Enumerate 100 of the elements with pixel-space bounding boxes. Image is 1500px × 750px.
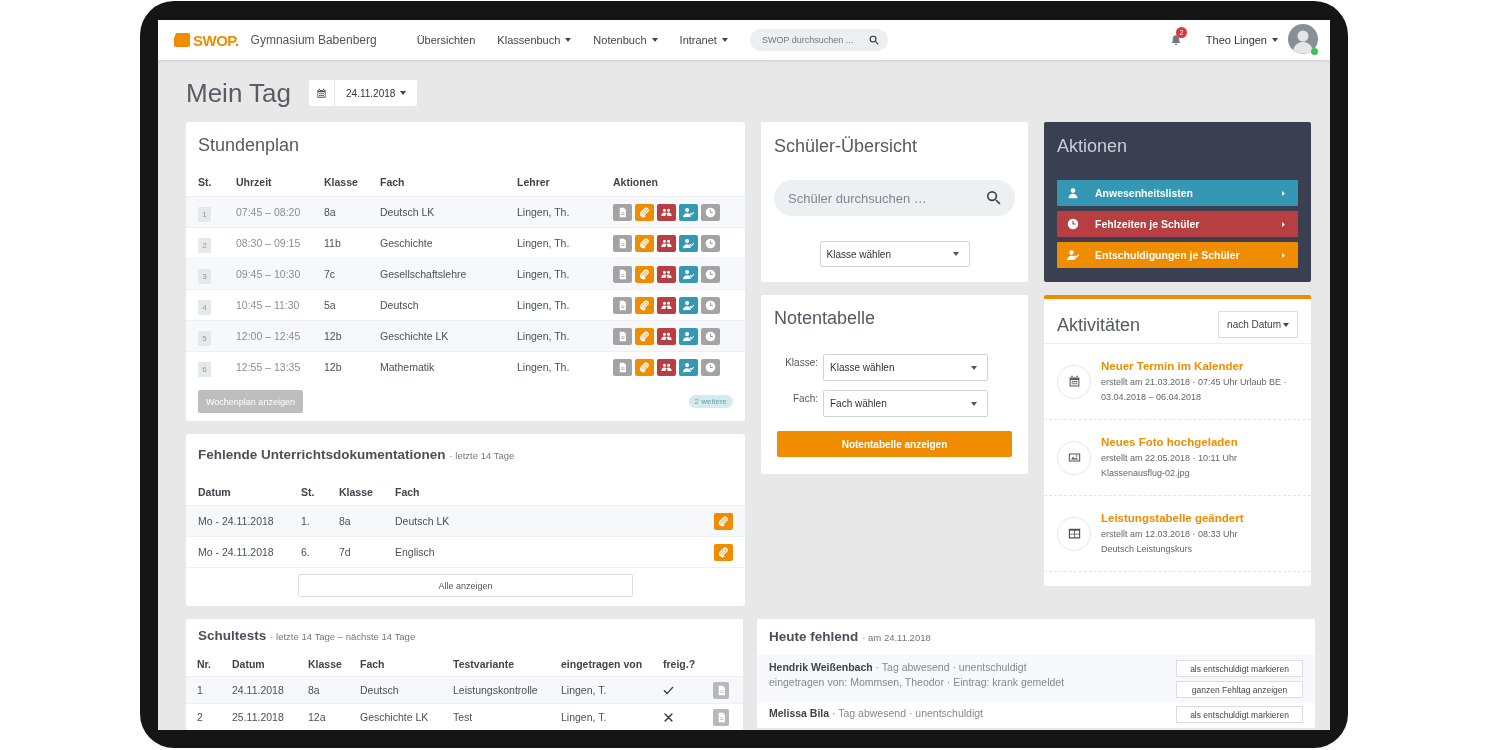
caret-icon — [1279, 250, 1288, 260]
lesson-number: 1 — [198, 206, 211, 222]
class-dropdown[interactable]: Klasse wählen — [819, 241, 970, 267]
search-icon — [868, 35, 879, 45]
caret-icon — [952, 252, 959, 256]
group-button[interactable] — [657, 203, 676, 221]
lesson-number: 5 — [198, 330, 211, 346]
date-picker[interactable]: 24.11.2018 — [309, 80, 418, 106]
paperclip-button[interactable] — [635, 265, 654, 283]
user-check-icon — [683, 330, 694, 342]
document-button[interactable] — [613, 203, 632, 221]
table-cell-text: 25.11.2018 — [232, 711, 285, 723]
paperclip-button[interactable] — [714, 543, 733, 561]
user-check-button[interactable] — [679, 358, 698, 376]
paperclip-icon — [639, 299, 650, 311]
document-button[interactable] — [613, 358, 632, 376]
paperclip-button[interactable] — [635, 327, 654, 345]
card-subtitle: · letzte 14 Tage — [449, 450, 515, 461]
user-check-button[interactable] — [679, 296, 698, 314]
user-check-button[interactable] — [679, 327, 698, 345]
group-button[interactable] — [657, 358, 676, 376]
group-button[interactable] — [657, 327, 676, 345]
group-icon — [661, 268, 672, 280]
group-button[interactable] — [657, 234, 676, 252]
clock-button[interactable] — [701, 234, 720, 252]
document-button[interactable] — [613, 234, 632, 252]
clock-button[interactable] — [701, 296, 720, 314]
user-check-button[interactable] — [679, 265, 698, 283]
activity-detail: erstellt am 21.03.2018 · 07:45 Uhr Urlaub BE · — [1101, 376, 1287, 389]
group-button[interactable] — [657, 296, 676, 314]
table-cell-text: 12:00 – 12:45 — [236, 330, 302, 342]
clock-icon — [705, 237, 716, 249]
table-cell-text: 5a — [324, 299, 337, 311]
document-button[interactable] — [613, 296, 632, 314]
paperclip-icon — [639, 237, 650, 249]
lesson-number: 6 — [198, 361, 211, 377]
field-label: Fach: — [792, 392, 819, 404]
paperclip-icon — [718, 515, 729, 527]
caret-icon — [400, 91, 407, 95]
nav-menu-item[interactable]: Intranet — [679, 34, 728, 46]
document-button[interactable] — [613, 327, 632, 345]
nav-menu-item[interactable]: Notenbuch — [593, 34, 658, 46]
sort-dropdown[interactable]: nach Datum — [1218, 311, 1298, 338]
nav-menu-item[interactable]: Klassenbuch — [497, 34, 572, 46]
column-header: St. — [198, 176, 213, 188]
document-button[interactable] — [713, 681, 729, 699]
column-header: Fach — [380, 176, 406, 188]
lesson-number: 4 — [198, 299, 211, 315]
card-subtitle: · am 24.11.2018 — [862, 632, 931, 643]
action-button[interactable]: Fehlzeiten je Schüler — [1057, 211, 1298, 237]
absence-detail: eingetragen von: Mommsen, Theodor · Eintrag: krank gemeldet — [769, 675, 1065, 690]
clock-button[interactable] — [701, 358, 720, 376]
paperclip-button[interactable] — [635, 234, 654, 252]
bell-icon[interactable] — [1169, 34, 1182, 46]
nav-menu-item[interactable]: Übersichten — [416, 34, 476, 46]
search-icon — [986, 190, 1001, 205]
calendar-icon — [316, 87, 328, 99]
card-subtitle: · letzte 14 Tage – nächste 14 Tage — [270, 631, 416, 642]
paperclip-icon — [718, 546, 729, 558]
group-icon — [661, 299, 672, 311]
school-name: Gymnasium Babenberg — [250, 33, 377, 47]
table-cell-text: Deutsch LK — [395, 515, 451, 527]
column-header: Klasse — [324, 176, 359, 188]
paperclip-button[interactable] — [635, 358, 654, 376]
column-header: Datum — [198, 485, 232, 498]
document-button[interactable] — [713, 708, 729, 726]
table-cell-text: 12:55 – 13:35 — [236, 361, 302, 373]
user-icon — [1067, 187, 1079, 199]
table-cell-text: 2 — [197, 711, 204, 723]
table-cell-text: 7c — [324, 268, 337, 280]
absence-action-button[interactable]: als entschuldigt markieren — [1176, 706, 1303, 723]
paperclip-button[interactable] — [714, 512, 733, 530]
clock-icon — [705, 330, 716, 342]
clock-button[interactable] — [701, 327, 720, 345]
user-check-icon — [1067, 249, 1079, 261]
dropdown-field[interactable]: Klasse wählen — [823, 354, 988, 381]
user-menu[interactable]: Theo Lingen — [1205, 34, 1278, 46]
clock-icon — [705, 268, 716, 280]
group-button[interactable] — [657, 265, 676, 283]
search-field[interactable]: SWOP durchsuchen ... — [749, 29, 888, 51]
document-button[interactable] — [613, 265, 632, 283]
avatar-icon[interactable] — [1288, 24, 1318, 54]
table-cell-text: Geschichte LK — [380, 330, 450, 342]
user-check-button[interactable] — [679, 234, 698, 252]
table-cell-text: Lingen, T. — [561, 684, 608, 696]
table-cell-text: Deutsch — [380, 299, 420, 311]
absence-action-button[interactable]: ganzen Fehltag anzeigen — [1176, 681, 1303, 698]
paperclip-button[interactable] — [635, 203, 654, 221]
clock-button[interactable] — [701, 265, 720, 283]
user-check-button[interactable] — [679, 203, 698, 221]
document-icon — [617, 237, 628, 249]
search-field[interactable]: Schüler durchsuchen … — [774, 180, 1015, 216]
absence-action-button[interactable]: als entschuldigt markieren — [1176, 660, 1303, 677]
show-all-button[interactable]: Alle anzeigen — [298, 574, 633, 597]
table-cell-text: Leistungskontrolle — [453, 684, 539, 696]
dropdown-field[interactable]: Fach wählen — [823, 390, 988, 417]
image-icon — [1067, 451, 1081, 464]
paperclip-button[interactable] — [635, 296, 654, 314]
clock-button[interactable] — [701, 203, 720, 221]
column-header: Aktionen — [613, 176, 659, 188]
